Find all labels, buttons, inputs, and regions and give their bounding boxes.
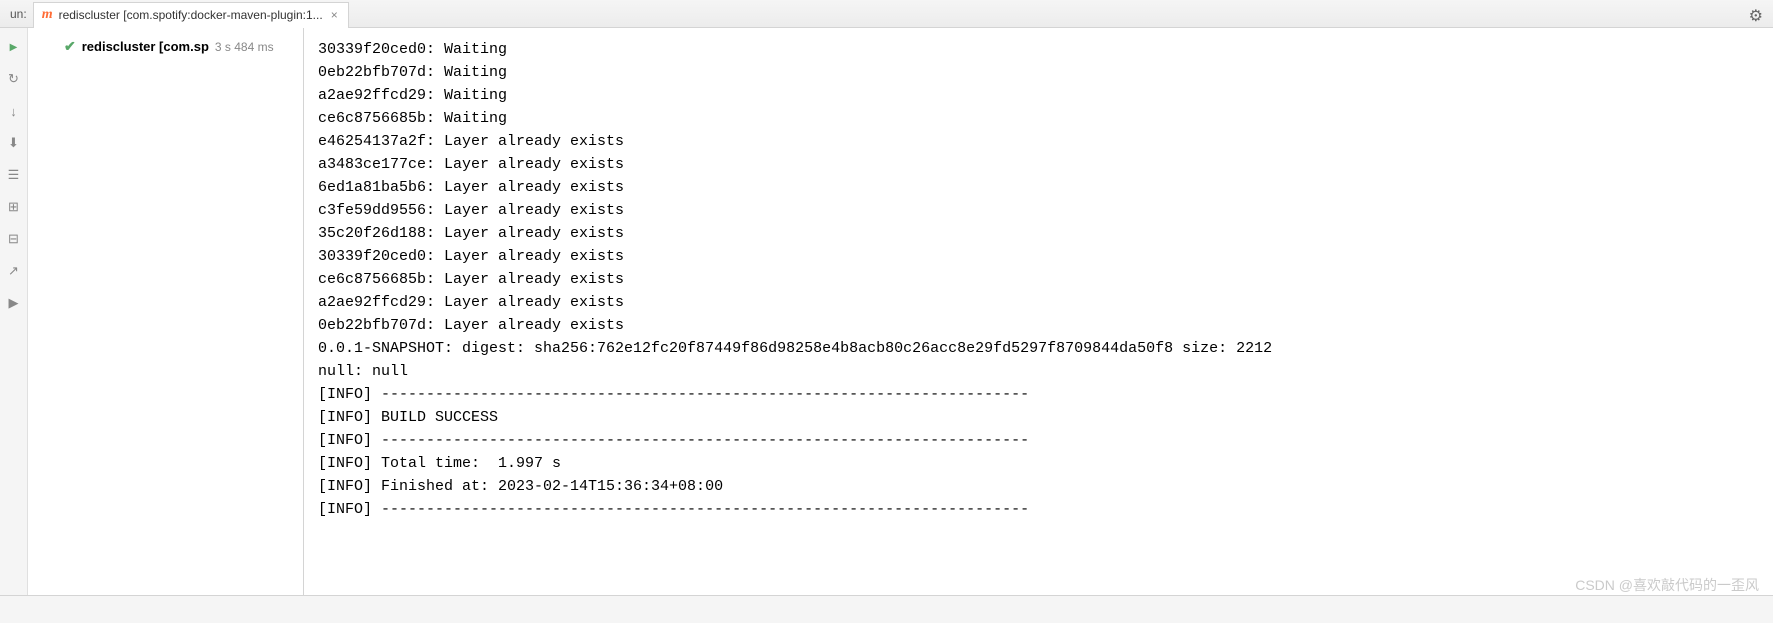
close-icon[interactable]: × [329,8,340,22]
top-tab-bar: un: m rediscluster [com.spotify:docker-m… [0,0,1773,28]
main-area: ▶ ↻ ↓ ⬇ ☰ ⊞ ⊟ ↗ ▶ ✔ rediscluster [com.sp… [0,28,1773,595]
run-config-tab[interactable]: m rediscluster [com.spotify:docker-maven… [33,2,349,28]
check-icon: ✔ [64,38,76,55]
tool-gutter: ▶ ↻ ↓ ⬇ ☰ ⊞ ⊟ ↗ ▶ [0,28,28,595]
run-label: un: [4,7,33,21]
collapse-icon[interactable]: ⊟ [5,230,23,248]
tree-item-name: rediscluster [com.sp [82,39,209,54]
status-bar [0,595,1773,623]
scroll-down-icon[interactable]: ⬇ [5,134,23,152]
export-icon[interactable]: ↗ [5,262,23,280]
tree-item-time: 3 s 484 ms [215,40,274,54]
test-tree-panel: ✔ rediscluster [com.sp 3 s 484 ms [28,28,304,595]
more-icon[interactable]: ▶ [5,294,23,312]
tree-item[interactable]: ✔ rediscluster [com.sp 3 s 484 ms [28,36,303,57]
rerun-icon[interactable]: ↻ [5,70,23,88]
down-icon[interactable]: ↓ [5,102,23,120]
run-status-icon: ▶ [5,38,23,56]
gear-icon[interactable]: ⚙ [1749,6,1763,26]
tab-title: rediscluster [com.spotify:docker-maven-p… [59,8,323,22]
expand-icon[interactable]: ⊞ [5,198,23,216]
maven-icon: m [42,7,53,23]
console-output[interactable]: 30339f20ced0: Waiting 0eb22bfb707d: Wait… [304,28,1773,595]
wrap-icon[interactable]: ☰ [5,166,23,184]
